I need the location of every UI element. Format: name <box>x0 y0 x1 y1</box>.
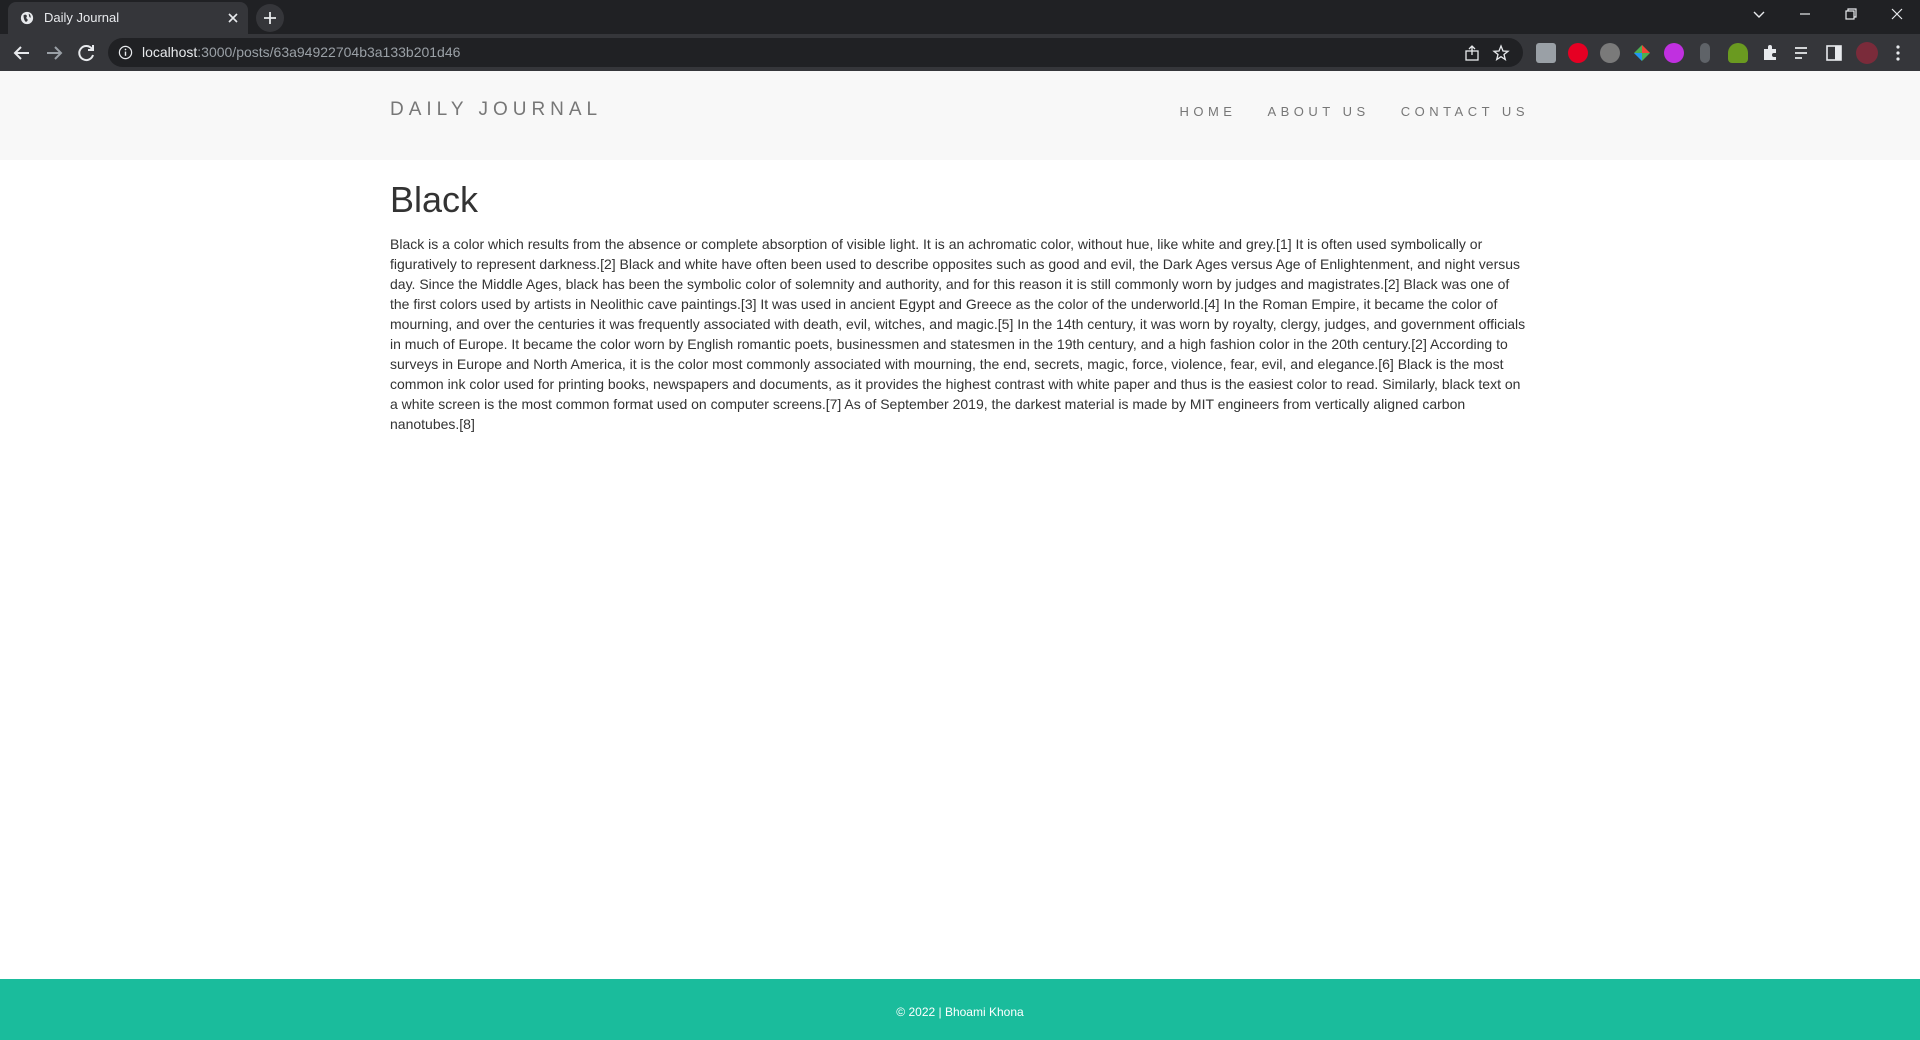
site-brand[interactable]: DAILY JOURNAL <box>390 99 602 121</box>
browser-tab[interactable]: Daily Journal <box>8 2 248 34</box>
extension-gray-icon[interactable] <box>1700 43 1710 63</box>
puzzle-icon[interactable] <box>1760 43 1780 63</box>
address-bar[interactable]: localhost:3000/posts/63a94922704b3a133b2… <box>108 38 1523 67</box>
star-bookmark-icon[interactable] <box>1492 44 1510 62</box>
new-tab-button[interactable] <box>256 4 284 32</box>
nav-home[interactable]: HOME <box>1179 104 1236 119</box>
forward-arrow-icon[interactable] <box>40 39 68 67</box>
browser-tabstrip: Daily Journal <box>0 0 1920 34</box>
close-window-icon[interactable] <box>1874 0 1920 30</box>
reload-icon[interactable] <box>72 39 100 67</box>
site-footer: © 2022 | Bhoami Khona <box>0 979 1920 1040</box>
info-icon[interactable] <box>118 45 133 60</box>
site-header: DAILY JOURNAL HOME ABOUT US CONTACT US <box>0 71 1920 160</box>
main-nav: HOME ABOUT US CONTACT US <box>1179 104 1529 119</box>
back-arrow-icon[interactable] <box>8 39 36 67</box>
pinterest-icon[interactable] <box>1568 43 1588 63</box>
share-icon[interactable] <box>1463 44 1481 62</box>
tab-title: Daily Journal <box>44 10 120 25</box>
reading-list-icon[interactable] <box>1792 43 1812 63</box>
tree-icon[interactable] <box>1728 43 1748 63</box>
avatar[interactable] <box>1856 42 1878 64</box>
post-title: Black <box>390 179 479 220</box>
tab-search-icon[interactable] <box>1736 0 1782 30</box>
plus-icon <box>264 12 276 24</box>
minimize-icon[interactable] <box>1782 0 1828 30</box>
extension-purple-icon[interactable] <box>1664 43 1684 63</box>
side-panel-icon[interactable] <box>1824 43 1844 63</box>
nav-about-us[interactable]: ABOUT US <box>1267 104 1369 119</box>
footer-copyright: © 2022 | Bhoami Khona <box>896 1005 1024 1019</box>
color-picker-icon[interactable] <box>1632 43 1652 63</box>
more-menu-icon[interactable] <box>1888 43 1908 63</box>
browser-toolbar: localhost:3000/posts/63a94922704b3a133b2… <box>0 34 1920 71</box>
close-icon[interactable] <box>224 9 242 27</box>
globe-icon <box>20 11 34 25</box>
url-path: :3000/posts/63a94922704b3a133b201d46 <box>197 44 461 60</box>
restore-icon[interactable] <box>1828 0 1874 30</box>
nav-contact-us[interactable]: CONTACT US <box>1401 104 1529 119</box>
wordpress-icon[interactable] <box>1600 43 1620 63</box>
post-body: Black is a color which results from the … <box>390 236 1526 432</box>
url-host: localhost <box>142 44 198 60</box>
url-text[interactable]: localhost:3000/posts/63a94922704b3a133b2… <box>142 44 460 60</box>
post-content: Black Black is a color which results fro… <box>390 178 1530 434</box>
extension-icon[interactable] <box>1536 43 1556 63</box>
